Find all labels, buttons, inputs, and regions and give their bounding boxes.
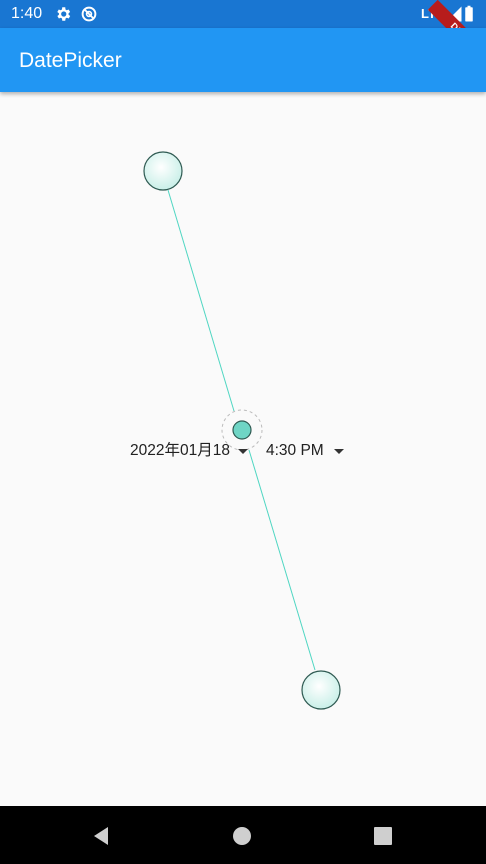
time-picker-dropdown[interactable]: 4:30 PM [266, 440, 344, 462]
back-icon[interactable] [91, 825, 113, 847]
date-picker-value: 2022年01月18 [130, 442, 230, 459]
connector-line-top [167, 189, 235, 412]
center-drag-handle[interactable] [232, 420, 252, 440]
chevron-down-icon [237, 448, 248, 454]
bottom-drag-handle[interactable] [301, 670, 341, 710]
recents-icon[interactable] [372, 825, 394, 847]
time-picker-value: 4:30 PM [266, 442, 324, 459]
connector-line-bottom [248, 449, 316, 671]
top-drag-handle[interactable] [143, 151, 183, 191]
picker-canvas [143, 151, 341, 710]
date-picker-dropdown[interactable]: 2022年01月18 [130, 440, 248, 462]
system-nav-bar [0, 806, 486, 864]
chevron-down-icon [333, 448, 344, 454]
home-icon[interactable] [231, 825, 253, 847]
